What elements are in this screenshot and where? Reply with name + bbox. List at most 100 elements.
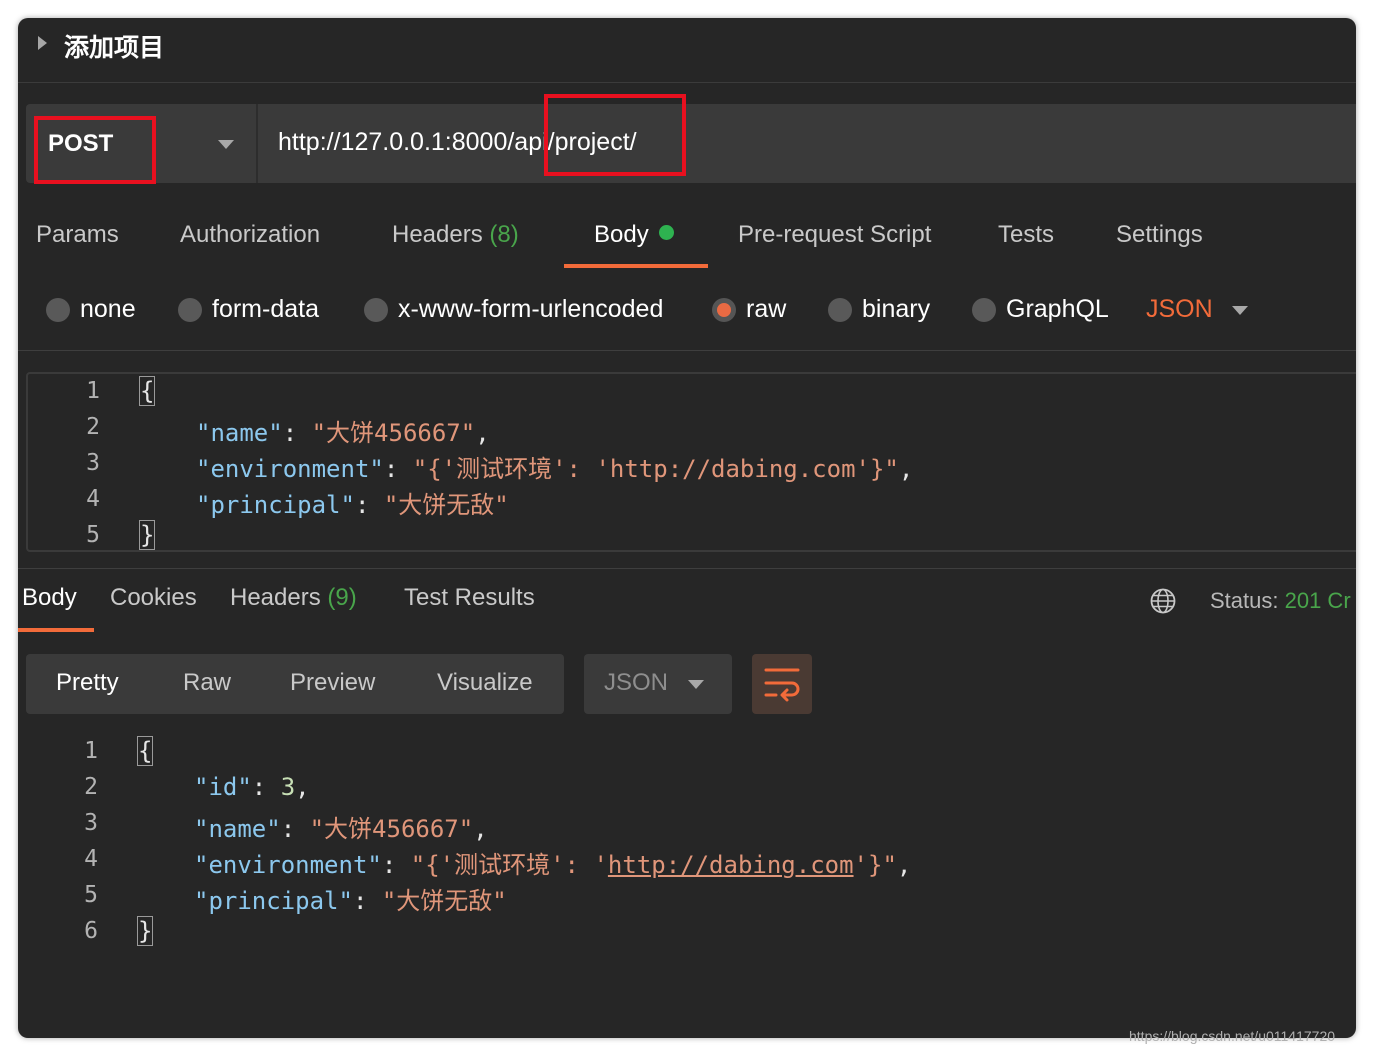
line-number: 5 bbox=[86, 522, 100, 548]
radio-none-label: none bbox=[80, 295, 136, 323]
line-number: 4 bbox=[86, 486, 100, 512]
response-tab-cookies[interactable]: Cookies bbox=[110, 584, 197, 612]
json-key: "principal" bbox=[196, 491, 355, 519]
code-line: } bbox=[138, 520, 156, 550]
wrap-lines-button[interactable] bbox=[752, 654, 812, 714]
close-brace: } bbox=[136, 916, 154, 946]
radio-raw[interactable] bbox=[712, 298, 736, 322]
radio-graphql[interactable] bbox=[972, 298, 996, 322]
response-headers-count-badge: (9) bbox=[327, 584, 357, 611]
radio-urlencoded-label: x-www-form-urlencoded bbox=[398, 295, 664, 323]
response-tab-headers-label: Headers bbox=[230, 584, 321, 611]
code-line: "principal": "大饼无敌" bbox=[196, 491, 509, 519]
radio-urlencoded[interactable] bbox=[364, 298, 388, 322]
tab-body[interactable]: Body bbox=[594, 221, 674, 249]
tab-body-label: Body bbox=[594, 221, 649, 248]
view-mode-visualize[interactable]: Visualize bbox=[437, 669, 533, 697]
request-body-editor[interactable]: 1 2 3 4 5 { "name": "大饼456667", "environ… bbox=[26, 372, 1356, 552]
json-link[interactable]: http://dabing.com bbox=[608, 851, 854, 879]
json-string: "大饼456667" bbox=[309, 815, 474, 843]
code-line: "environment": "{'测试环境': 'http://dabing.… bbox=[196, 455, 914, 483]
radio-raw-label: raw bbox=[746, 295, 787, 323]
json-key: "name" bbox=[194, 815, 281, 843]
radio-form-data[interactable] bbox=[178, 298, 202, 322]
response-tab-body[interactable]: Body bbox=[22, 584, 77, 612]
body-format-select[interactable]: JSON bbox=[1146, 295, 1213, 324]
view-mode-pretty[interactable]: Pretty bbox=[56, 669, 119, 697]
tab-headers-label: Headers bbox=[392, 221, 483, 248]
code-line: { bbox=[136, 736, 154, 766]
line-number: 3 bbox=[86, 450, 100, 476]
url-bar: POST http://127.0.0.1:8000/api/project/ bbox=[26, 104, 1356, 183]
view-mode-switcher: Pretty Raw Preview Visualize bbox=[26, 654, 564, 714]
tab-pre-request-script[interactable]: Pre-request Script bbox=[738, 221, 931, 249]
line-number: 1 bbox=[86, 378, 100, 404]
request-title: 添加项目 bbox=[64, 34, 165, 62]
response-tab-headers[interactable]: Headers (9) bbox=[230, 584, 357, 612]
chevron-down-icon bbox=[688, 680, 704, 689]
expand-triangle-icon[interactable] bbox=[38, 36, 47, 50]
view-mode-raw[interactable]: Raw bbox=[183, 669, 231, 697]
json-string: "{'测试环境': ' bbox=[410, 851, 608, 879]
divider bbox=[18, 568, 1356, 569]
code-line: "name": "大饼456667", bbox=[194, 815, 488, 843]
headers-count-badge: (8) bbox=[489, 221, 519, 248]
status-code: 201 Cr bbox=[1284, 588, 1351, 613]
active-tab-underline bbox=[564, 264, 708, 268]
json-string: "{'测试环境': 'http://dabing.com'}" bbox=[412, 455, 899, 483]
request-title-row[interactable]: 添加项目 bbox=[18, 18, 1356, 83]
close-brace: } bbox=[138, 520, 156, 550]
json-key: "name" bbox=[196, 419, 283, 447]
globe-icon[interactable] bbox=[1150, 588, 1176, 614]
status-label: Status: bbox=[1210, 588, 1279, 613]
json-key: "environment" bbox=[194, 851, 382, 879]
wrap-lines-icon bbox=[764, 668, 800, 702]
tab-tests[interactable]: Tests bbox=[998, 221, 1054, 249]
json-number: 3 bbox=[280, 773, 296, 801]
line-number: 3 bbox=[84, 810, 98, 836]
response-format-label: JSON bbox=[604, 669, 669, 696]
code-line: "principal": "大饼无敌" bbox=[194, 887, 507, 915]
response-format-select[interactable]: JSON bbox=[584, 654, 732, 714]
tab-headers[interactable]: Headers (8) bbox=[392, 221, 519, 249]
response-tab-test-results[interactable]: Test Results bbox=[404, 584, 535, 612]
code-line: { bbox=[138, 376, 156, 406]
json-key: "principal" bbox=[194, 887, 353, 915]
json-key: "id" bbox=[194, 773, 252, 801]
json-string: "大饼456667" bbox=[311, 419, 476, 447]
code-line: "name": "大饼456667", bbox=[196, 419, 490, 447]
view-mode-preview[interactable]: Preview bbox=[290, 669, 375, 697]
json-key: "environment" bbox=[196, 455, 384, 483]
body-status-dot-icon bbox=[658, 225, 674, 240]
radio-form-data-label: form-data bbox=[212, 295, 319, 323]
code-line: } bbox=[136, 916, 154, 946]
active-response-tab-underline bbox=[18, 628, 94, 632]
chevron-down-icon[interactable] bbox=[1232, 306, 1248, 315]
divider bbox=[18, 350, 1356, 351]
json-string: "大饼无敌" bbox=[381, 887, 507, 915]
radio-binary[interactable] bbox=[828, 298, 852, 322]
open-brace: { bbox=[136, 736, 154, 766]
response-body-viewer[interactable]: 1 2 3 4 5 6 { "id": 3, "name": "大饼456667… bbox=[18, 730, 1356, 970]
watermark: https://blog.csdn.net/u011417720 bbox=[1129, 1028, 1336, 1044]
request-panel: 添加项目 POST http://127.0.0.1:8000/api/proj… bbox=[18, 18, 1356, 1038]
annotation-box-method bbox=[34, 116, 156, 184]
radio-graphql-label: GraphQL bbox=[1006, 295, 1109, 323]
tab-params[interactable]: Params bbox=[36, 221, 119, 249]
line-number: 1 bbox=[84, 738, 98, 764]
open-brace: { bbox=[138, 376, 156, 406]
radio-none[interactable] bbox=[46, 298, 70, 322]
tab-settings[interactable]: Settings bbox=[1116, 221, 1203, 249]
json-string: '}" bbox=[853, 851, 897, 879]
code-line: "id": 3, bbox=[194, 773, 310, 801]
line-number: 2 bbox=[86, 414, 100, 440]
line-number: 4 bbox=[84, 846, 98, 872]
line-number: 6 bbox=[84, 918, 98, 944]
radio-binary-label: binary bbox=[862, 295, 931, 323]
tab-authorization[interactable]: Authorization bbox=[180, 221, 320, 249]
line-number: 2 bbox=[84, 774, 98, 800]
chevron-down-icon bbox=[218, 140, 234, 149]
line-number: 5 bbox=[84, 882, 98, 908]
annotation-box-url-path bbox=[544, 94, 686, 176]
response-status: Status: 201 Cr bbox=[1210, 588, 1351, 614]
